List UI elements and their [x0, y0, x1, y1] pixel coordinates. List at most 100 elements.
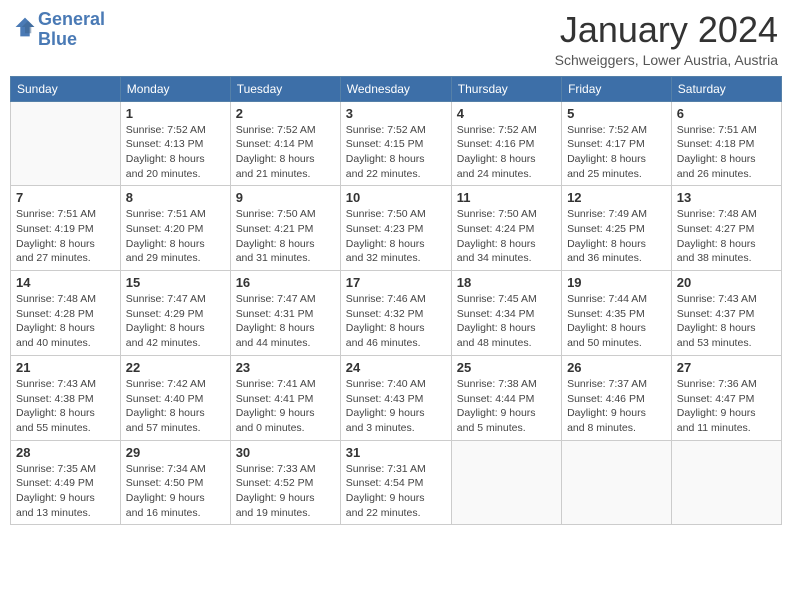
day-info: Sunrise: 7:51 AMSunset: 4:18 PMDaylight:…: [677, 123, 776, 182]
calendar-week-row: 21 Sunrise: 7:43 AMSunset: 4:38 PMDayligh…: [11, 355, 782, 440]
calendar-cell: 7 Sunrise: 7:51 AMSunset: 4:19 PMDaylight…: [11, 186, 121, 271]
day-info: Sunrise: 7:35 AMSunset: 4:49 PMDaylight:…: [16, 462, 115, 521]
calendar-cell: [451, 440, 561, 525]
page-header: General Blue January 2024 Schweiggers, L…: [10, 10, 782, 68]
day-number: 17: [346, 275, 446, 290]
calendar-cell: 28Sunrise: 7:35 AMSunset: 4:49 PMDayligh…: [11, 440, 121, 525]
day-number: 9: [236, 190, 335, 205]
day-info: Sunrise: 7:50 AMSunset: 4:23 PMDaylight:…: [346, 207, 446, 266]
calendar-cell: 24Sunrise: 7:40 AMSunset: 4:43 PMDayligh…: [340, 355, 451, 440]
day-info: Sunrise: 7:52 AMSunset: 4:15 PMDaylight:…: [346, 123, 446, 182]
day-info: Sunrise: 7:48 AMSunset: 4:27 PMDaylight:…: [677, 207, 776, 266]
calendar-cell: 14 Sunrise: 7:48 AMSunset: 4:28 PMDayligh…: [11, 271, 121, 356]
day-info: Sunrise: 7:33 AMSunset: 4:52 PMDaylight:…: [236, 462, 335, 521]
calendar-cell: [562, 440, 672, 525]
calendar-cell: 29 Sunrise: 7:34 AMSunset: 4:50 PMDayligh…: [120, 440, 230, 525]
day-info: Sunrise: 7:43 AMSunset: 4:38 PMDaylight:…: [16, 377, 115, 436]
calendar-week-row: 7 Sunrise: 7:51 AMSunset: 4:19 PMDaylight…: [11, 186, 782, 271]
day-number: 23: [236, 360, 335, 375]
calendar-cell: 25 Sunrise: 7:38 AMSunset: 4:44 PMDayligh…: [451, 355, 561, 440]
calendar-cell: 20Sunrise: 7:43 AMSunset: 4:37 PMDayligh…: [671, 271, 781, 356]
day-info: Sunrise: 7:45 AMSunset: 4:34 PMDaylight:…: [457, 292, 556, 351]
calendar-cell: 18 Sunrise: 7:45 AMSunset: 4:34 PMDayligh…: [451, 271, 561, 356]
calendar-cell: 10 Sunrise: 7:50 AMSunset: 4:23 PMDayligh…: [340, 186, 451, 271]
calendar-cell: 8Sunrise: 7:51 AMSunset: 4:20 PMDaylight…: [120, 186, 230, 271]
day-number: 1: [126, 106, 225, 121]
day-info: Sunrise: 7:47 AMSunset: 4:31 PMDaylight:…: [236, 292, 335, 351]
weekday-header-sunday: Sunday: [11, 76, 121, 101]
calendar-cell: 12 Sunrise: 7:49 AMSunset: 4:25 PMDayligh…: [562, 186, 672, 271]
weekday-header-tuesday: Tuesday: [230, 76, 340, 101]
calendar-cell: 23Sunrise: 7:41 AMSunset: 4:41 PMDayligh…: [230, 355, 340, 440]
day-number: 11: [457, 190, 556, 205]
calendar-cell: 30 Sunrise: 7:33 AMSunset: 4:52 PMDayligh…: [230, 440, 340, 525]
day-info: Sunrise: 7:31 AMSunset: 4:54 PMDaylight:…: [346, 462, 446, 521]
logo-text: General Blue: [38, 10, 105, 50]
day-number: 21: [16, 360, 115, 375]
title-block: January 2024 Schweiggers, Lower Austria,…: [555, 10, 778, 68]
day-info: Sunrise: 7:52 AMSunset: 4:13 PMDaylight:…: [126, 123, 225, 182]
logo-line1: General: [38, 9, 105, 29]
calendar-cell: 27 Sunrise: 7:36 AMSunset: 4:47 PMDayligh…: [671, 355, 781, 440]
logo-icon: [14, 16, 36, 38]
day-number: 27: [677, 360, 776, 375]
calendar-cell: 5Sunrise: 7:52 AMSunset: 4:17 PMDaylight…: [562, 101, 672, 186]
calendar-cell: 2 Sunrise: 7:52 AMSunset: 4:14 PMDaylight…: [230, 101, 340, 186]
calendar-cell: 17 Sunrise: 7:46 AMSunset: 4:32 PMDayligh…: [340, 271, 451, 356]
location: Schweiggers, Lower Austria, Austria: [555, 52, 778, 68]
day-number: 3: [346, 106, 446, 121]
day-number: 14: [16, 275, 115, 290]
day-number: 4: [457, 106, 556, 121]
calendar-cell: 15 Sunrise: 7:47 AMSunset: 4:29 PMDayligh…: [120, 271, 230, 356]
calendar-week-row: 14 Sunrise: 7:48 AMSunset: 4:28 PMDayligh…: [11, 271, 782, 356]
calendar-table: SundayMondayTuesdayWednesdayThursdayFrid…: [10, 76, 782, 526]
day-info: Sunrise: 7:48 AMSunset: 4:28 PMDaylight:…: [16, 292, 115, 351]
calendar-cell: 13 Sunrise: 7:48 AMSunset: 4:27 PMDayligh…: [671, 186, 781, 271]
day-number: 12: [567, 190, 666, 205]
weekday-header-monday: Monday: [120, 76, 230, 101]
calendar-cell: 16 Sunrise: 7:47 AMSunset: 4:31 PMDayligh…: [230, 271, 340, 356]
day-info: Sunrise: 7:52 AMSunset: 4:16 PMDaylight:…: [457, 123, 556, 182]
day-info: Sunrise: 7:38 AMSunset: 4:44 PMDaylight:…: [457, 377, 556, 436]
day-info: Sunrise: 7:46 AMSunset: 4:32 PMDaylight:…: [346, 292, 446, 351]
calendar-cell: 31 Sunrise: 7:31 AMSunset: 4:54 PMDayligh…: [340, 440, 451, 525]
day-info: Sunrise: 7:34 AMSunset: 4:50 PMDaylight:…: [126, 462, 225, 521]
day-number: 2: [236, 106, 335, 121]
weekday-header-thursday: Thursday: [451, 76, 561, 101]
calendar-cell: [671, 440, 781, 525]
day-info: Sunrise: 7:36 AMSunset: 4:47 PMDaylight:…: [677, 377, 776, 436]
day-info: Sunrise: 7:47 AMSunset: 4:29 PMDaylight:…: [126, 292, 225, 351]
calendar-cell: 9Sunrise: 7:50 AMSunset: 4:21 PMDaylight…: [230, 186, 340, 271]
day-number: 15: [126, 275, 225, 290]
calendar-cell: 11 Sunrise: 7:50 AMSunset: 4:24 PMDayligh…: [451, 186, 561, 271]
calendar-cell: 1 Sunrise: 7:52 AMSunset: 4:13 PMDaylight…: [120, 101, 230, 186]
day-number: 7: [16, 190, 115, 205]
day-number: 31: [346, 445, 446, 460]
logo: General Blue: [14, 10, 105, 50]
day-number: 19: [567, 275, 666, 290]
weekday-header-friday: Friday: [562, 76, 672, 101]
day-number: 13: [677, 190, 776, 205]
day-info: Sunrise: 7:43 AMSunset: 4:37 PMDaylight:…: [677, 292, 776, 351]
day-number: 8: [126, 190, 225, 205]
logo-line2: Blue: [38, 29, 77, 49]
day-number: 30: [236, 445, 335, 460]
day-info: Sunrise: 7:52 AMSunset: 4:14 PMDaylight:…: [236, 123, 335, 182]
day-info: Sunrise: 7:49 AMSunset: 4:25 PMDaylight:…: [567, 207, 666, 266]
day-number: 5: [567, 106, 666, 121]
calendar-cell: 3 Sunrise: 7:52 AMSunset: 4:15 PMDaylight…: [340, 101, 451, 186]
day-info: Sunrise: 7:37 AMSunset: 4:46 PMDaylight:…: [567, 377, 666, 436]
day-number: 29: [126, 445, 225, 460]
day-number: 16: [236, 275, 335, 290]
day-number: 22: [126, 360, 225, 375]
day-number: 25: [457, 360, 556, 375]
calendar-cell: 22Sunrise: 7:42 AMSunset: 4:40 PMDayligh…: [120, 355, 230, 440]
day-info: Sunrise: 7:44 AMSunset: 4:35 PMDaylight:…: [567, 292, 666, 351]
day-number: 10: [346, 190, 446, 205]
day-info: Sunrise: 7:50 AMSunset: 4:24 PMDaylight:…: [457, 207, 556, 266]
weekday-header-wednesday: Wednesday: [340, 76, 451, 101]
calendar-cell: 19 Sunrise: 7:44 AMSunset: 4:35 PMDayligh…: [562, 271, 672, 356]
day-number: 18: [457, 275, 556, 290]
calendar-cell: 21 Sunrise: 7:43 AMSunset: 4:38 PMDayligh…: [11, 355, 121, 440]
day-info: Sunrise: 7:51 AMSunset: 4:19 PMDaylight:…: [16, 207, 115, 266]
